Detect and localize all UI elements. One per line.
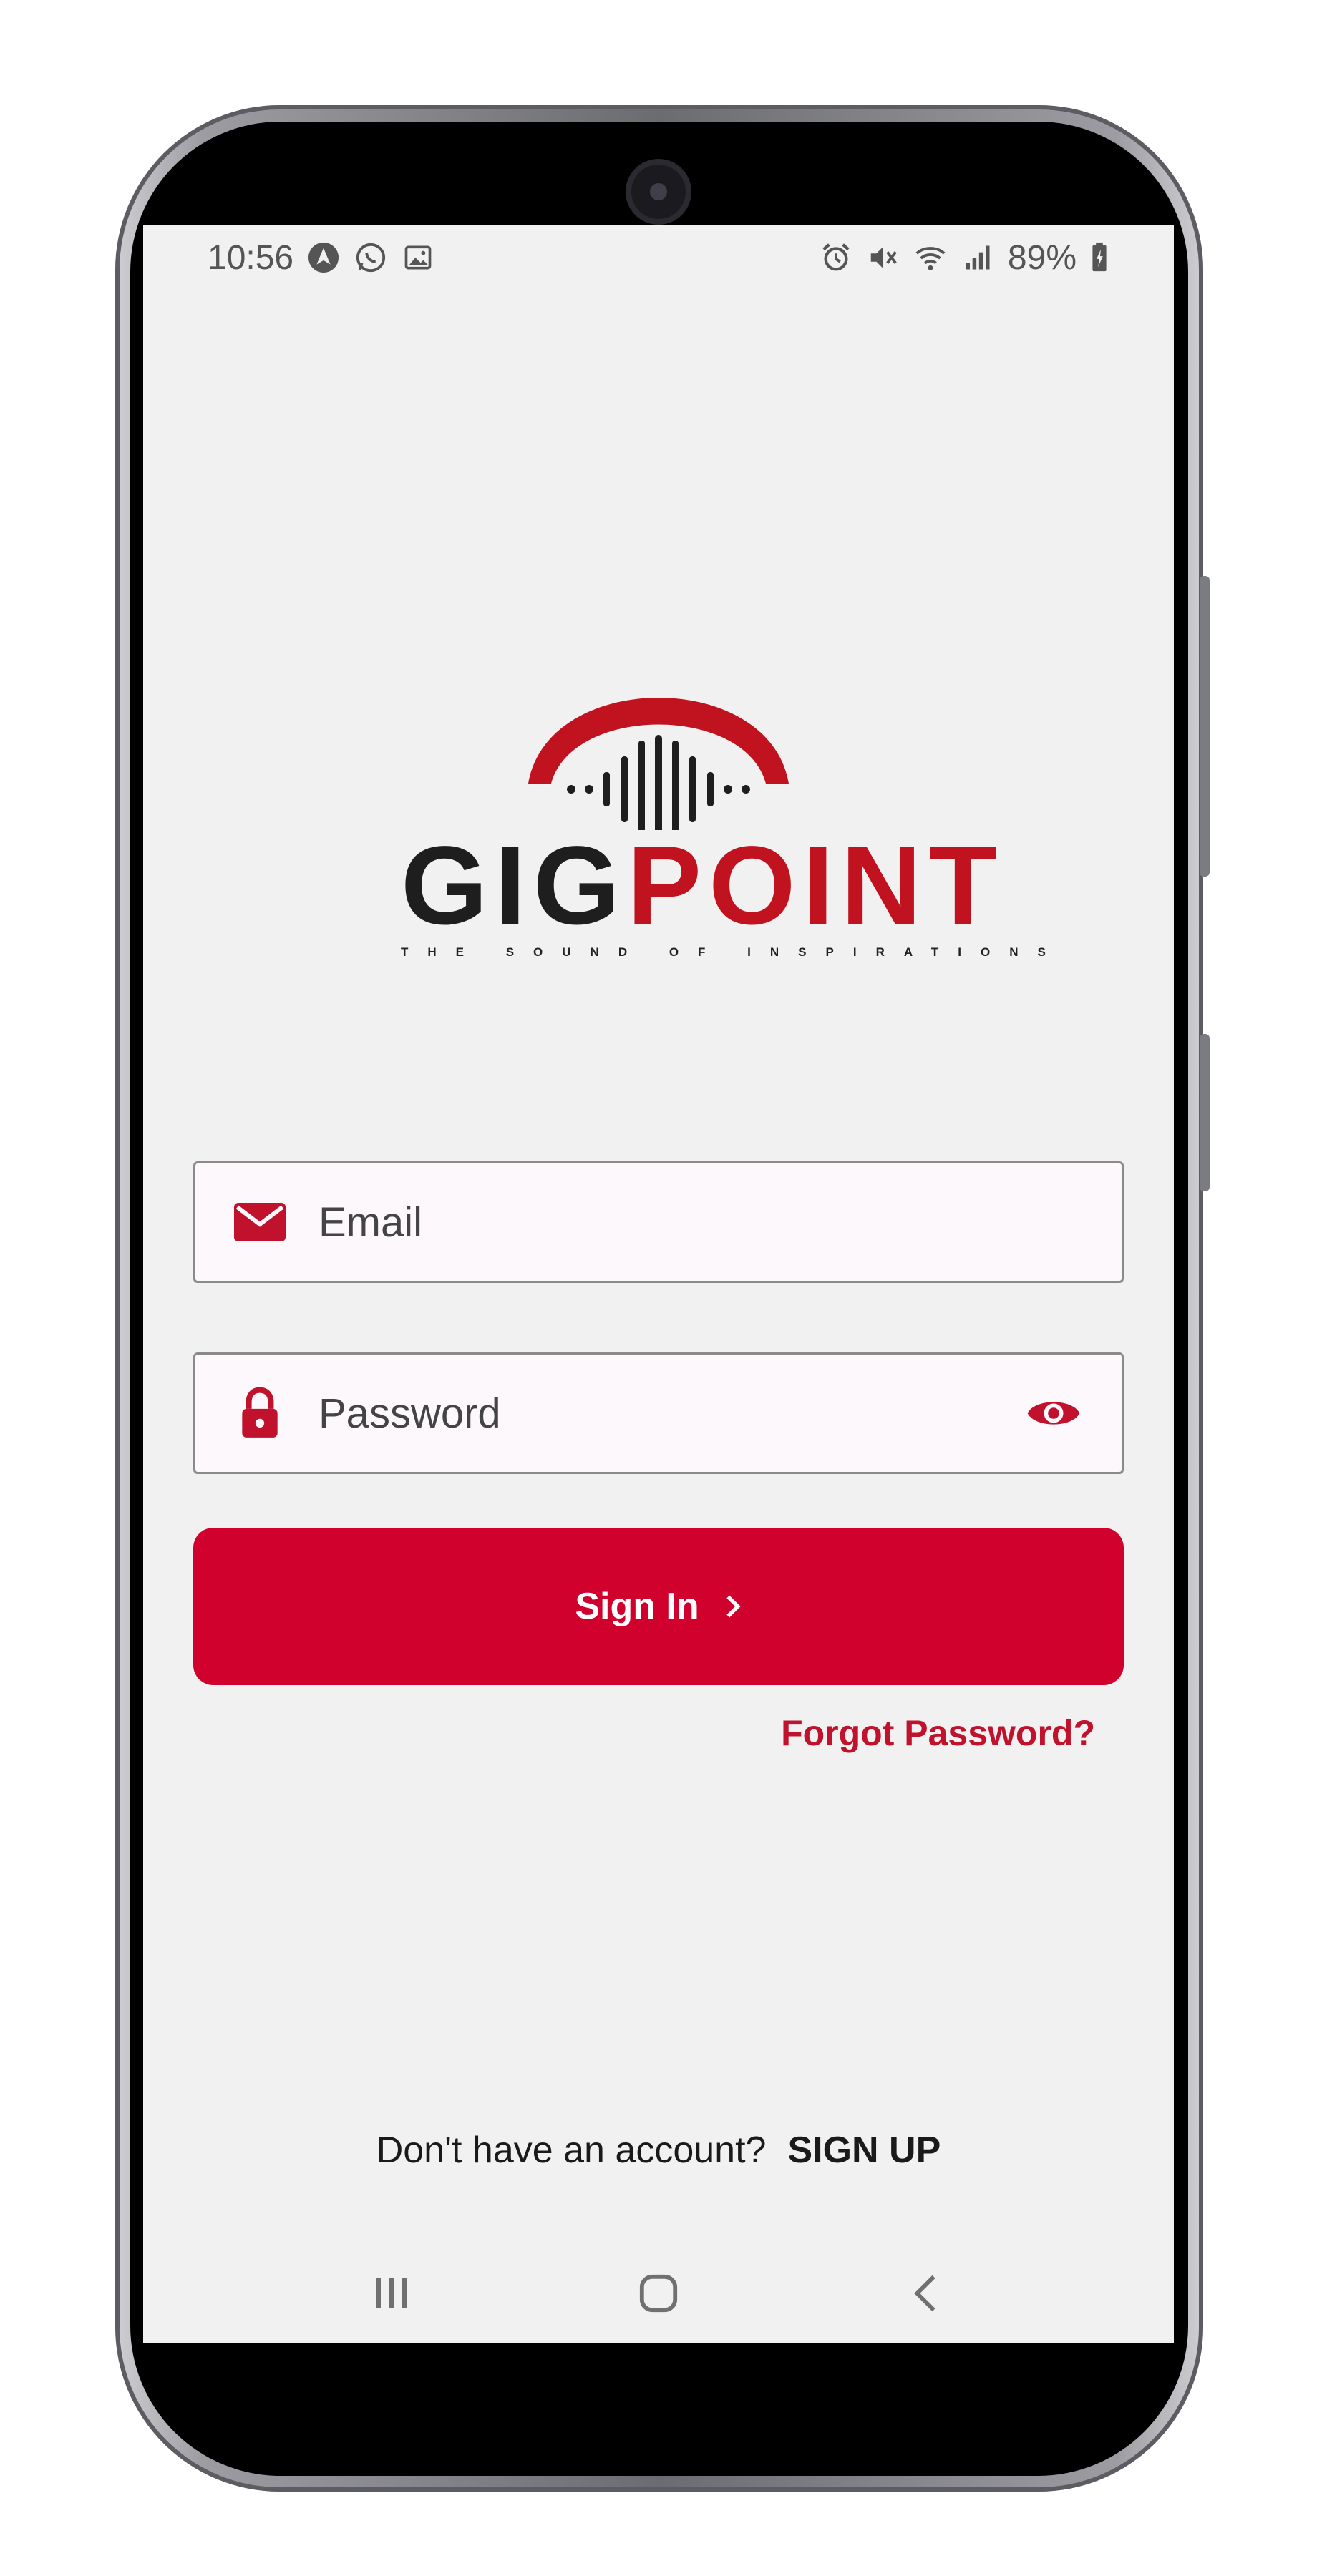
logo-word-point: POINT [627,824,1004,948]
battery-percent: 89% [1007,238,1077,277]
power-button [1200,1034,1210,1191]
chevron-right-icon [726,1595,741,1618]
front-camera [631,165,686,219]
wifi-icon [913,240,948,275]
status-time: 10:56 [208,238,294,277]
lock-icon [217,1387,303,1440]
password-input[interactable] [303,1388,1014,1438]
signal-icon [961,240,995,275]
eye-icon [1027,1402,1080,1425]
signup-row: Don't have an account? SIGN UP [143,2129,1174,2172]
sign-in-button[interactable]: Sign In [193,1528,1124,1685]
login-screen: 10:56 89% GIGPOINT THE SOUND OF INSPIRAT… [143,225,1174,2343]
back-icon [914,2275,935,2312]
show-password-toggle[interactable] [1014,1374,1093,1453]
mute-icon [866,240,900,275]
navigation-icon [306,240,341,275]
gigpoint-logo: GIGPOINT THE SOUND OF INSPIRATIONS [401,655,1046,959]
gallery-icon [401,240,435,275]
status-bar: 10:56 89% [143,225,1174,290]
status-left: 10:56 [208,238,435,278]
back-button[interactable] [883,2250,968,2336]
recent-apps-button[interactable] [349,2250,434,2336]
recent-apps-icon [376,2278,407,2308]
forgot-password-link[interactable]: Forgot Password? [143,1712,1095,1754]
logo-wordmark: GIGPOINT [401,830,997,942]
logo-tagline: THE SOUND OF INSPIRATIONS [401,945,1065,959]
home-button[interactable] [616,2250,701,2336]
password-field[interactable] [193,1352,1124,1474]
volume-button [1200,576,1210,877]
signup-link[interactable]: SIGN UP [787,2129,941,2171]
sign-in-label: Sign In [575,1586,699,1627]
signup-prompt: Don't have an account? [376,2129,767,2171]
status-right: 89% [819,238,1109,278]
system-nav-bar [143,2250,1174,2336]
email-input[interactable] [303,1197,1122,1247]
mail-icon [217,1202,303,1242]
battery-icon [1089,240,1109,275]
logo-mark [528,698,789,830]
whatsapp-icon [354,240,388,275]
alarm-icon [819,240,853,275]
logo-word-gig: GIG [401,824,628,948]
home-icon [639,2274,678,2313]
email-field[interactable] [193,1161,1124,1283]
device-mockup: 10:56 89% GIGPOINT THE SOUND OF INSPIRAT… [0,0,1317,2576]
